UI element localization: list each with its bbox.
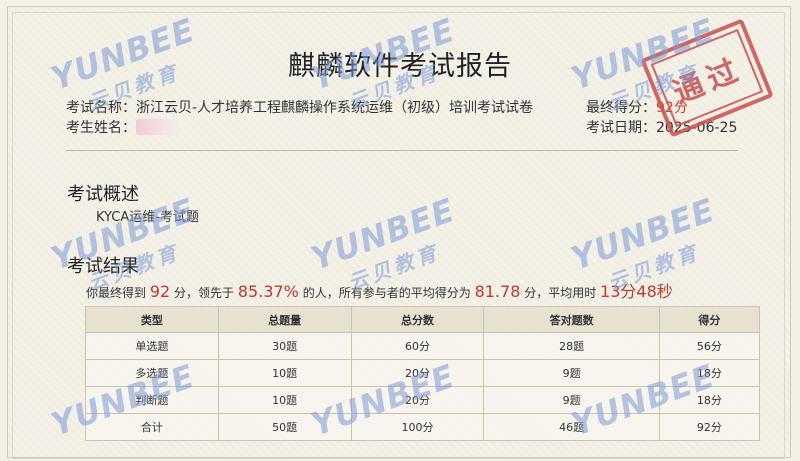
final-score-label: 最终得分： — [586, 100, 656, 116]
table-row: 判断题 10题 20分 9题 18分 — [85, 386, 761, 414]
col-header-total-points: 总分数 — [350, 306, 485, 333]
table-cell: 9题 — [483, 386, 660, 414]
summary-percent: 85.37% — [237, 282, 299, 301]
col-header-type: 类型 — [85, 306, 219, 333]
table-cell: 18分 — [658, 386, 761, 414]
summary-text-3: 的人，所有参与者的平均得分为 — [302, 286, 471, 300]
table-cell: 50题 — [217, 413, 352, 441]
table-cell: 多选题 — [85, 359, 219, 387]
summary-score: 92 — [149, 282, 171, 301]
overview-heading: 考试概述 — [67, 184, 139, 205]
col-header-total-questions: 总题量 — [217, 306, 352, 333]
exam-name-label: 考试名称： — [66, 100, 136, 116]
summary-average: 81.78 — [474, 282, 521, 301]
results-heading: 考试结果 — [67, 256, 139, 277]
results-table-header: 类型 总题量 总分数 答对题数 得分 — [85, 306, 761, 333]
table-cell: 18分 — [658, 359, 761, 387]
table-cell: 46题 — [483, 413, 660, 441]
table-cell: 10题 — [217, 359, 352, 387]
redacted-name — [136, 119, 182, 135]
table-cell: 10题 — [217, 386, 352, 414]
table-cell: 判断题 — [85, 386, 219, 414]
summary-text-2: 分，领先于 — [174, 286, 235, 300]
table-cell: 20分 — [350, 359, 485, 387]
overview-subtitle: KYCA运维-考试题 — [96, 210, 199, 225]
col-header-score: 得分 — [658, 306, 761, 333]
summary-text-1: 你最终得到 — [86, 286, 147, 300]
summary-text-4: 分，平均用时 — [524, 286, 597, 300]
candidate-label: 考生姓名： — [66, 120, 136, 136]
exam-name: 浙江云贝-人才培养工程麒麟操作系统运维（初级）培训考试试卷 — [136, 100, 534, 116]
col-header-correct: 答对题数 — [483, 306, 660, 333]
table-cell: 20分 — [350, 386, 485, 414]
results-summary: 你最终得到 92 分，领先于 85.37% 的人，所有参与者的平均得分为 81.… — [86, 278, 673, 302]
table-cell: 单选题 — [85, 332, 219, 360]
divider — [66, 150, 738, 151]
exam-name-line: 考试名称：浙江云贝-人才培养工程麒麟操作系统运维（初级）培训考试试卷 — [66, 97, 533, 117]
exam-date-label: 考试日期： — [586, 120, 656, 136]
results-table: 类型 总题量 总分数 答对题数 得分 单选题 30题 60分 28题 56分 多… — [85, 306, 761, 441]
table-cell: 92分 — [658, 413, 761, 441]
table-row: 单选题 30题 60分 28题 56分 — [85, 332, 761, 360]
candidate-line: 考生姓名： — [66, 117, 182, 137]
table-cell: 合计 — [85, 413, 219, 441]
table-cell: 60分 — [350, 332, 485, 360]
table-cell: 56分 — [658, 332, 761, 360]
table-cell: 30题 — [217, 332, 352, 360]
table-cell: 28题 — [483, 332, 660, 360]
table-cell: 100分 — [350, 413, 485, 441]
table-row: 多选题 10题 20分 9题 18分 — [85, 359, 761, 387]
table-row: 合计 50题 100分 46题 92分 — [85, 413, 761, 441]
summary-time: 13分48秒 — [600, 282, 673, 301]
table-cell: 9题 — [483, 359, 660, 387]
